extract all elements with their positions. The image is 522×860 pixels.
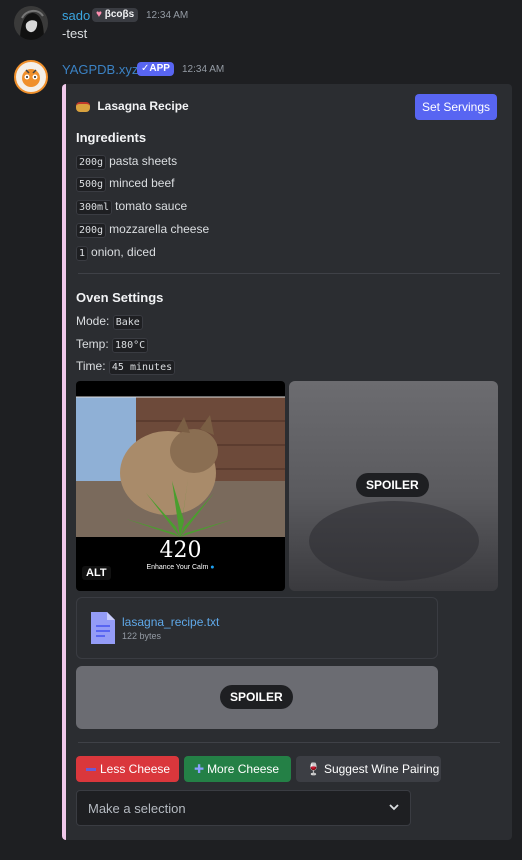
divider	[78, 742, 500, 743]
bot-username[interactable]: YAGPDB.xyz	[62, 62, 138, 77]
file-name-link[interactable]: lasagna_recipe.txt	[122, 615, 219, 629]
selection-dropdown[interactable]: Make a selection	[76, 790, 411, 826]
file-size: 122 bytes	[122, 631, 162, 641]
bot-avatar[interactable]	[14, 60, 48, 94]
oven-temp: Temp: 180°C	[76, 337, 151, 353]
lasagna-icon	[76, 101, 90, 112]
timestamp: 12:34 AM	[182, 64, 225, 75]
select-placeholder: Make a selection	[88, 801, 186, 816]
message-text: -test	[62, 26, 88, 41]
minus-icon	[86, 768, 96, 772]
ingredient-item: 200g pasta sheets	[76, 154, 177, 170]
oven-time: Time: 45 minutes	[76, 359, 178, 375]
oven-mode: Mode: Bake	[76, 314, 146, 330]
image-number: 420	[159, 538, 202, 563]
ingredients-heading: Ingredients	[76, 130, 147, 145]
wine-glass-icon: 🍷	[306, 762, 321, 776]
embed-title: Lasagna Recipe	[76, 99, 189, 113]
cat-image[interactable]: 420 Enhance Your Calm ● ALT	[76, 381, 285, 591]
user-tag: ♥ βcoβs	[92, 8, 139, 22]
ingredient-item: 200g mozzarella cheese	[76, 222, 209, 238]
blur-shape	[309, 501, 479, 581]
timestamp: 12:34 AM	[146, 10, 189, 21]
suggest-wine-button[interactable]: 🍷 Suggest Wine Pairing	[296, 756, 441, 782]
more-cheese-button[interactable]: ✚ More Cheese	[184, 756, 291, 782]
spoiler-label: SPOILER	[220, 685, 293, 709]
app-badge: ✓APP	[137, 62, 174, 76]
oven-heading: Oven Settings	[76, 290, 164, 305]
ingredient-item: 500g minced beef	[76, 176, 174, 192]
twitter-icon: ●	[210, 564, 215, 571]
ingredient-item: 1 onion, diced	[76, 245, 156, 261]
spoiler-attachment[interactable]: SPOILER	[76, 666, 438, 729]
file-attachment: lasagna_recipe.txt 122 bytes	[76, 597, 438, 659]
chevron-down-icon	[388, 800, 400, 818]
spoiler-image[interactable]: SPOILER	[289, 381, 498, 591]
text-file-icon	[91, 612, 115, 644]
heart-icon: ♥	[96, 9, 102, 20]
recipe-embed: Lasagna Recipe Set Servings Ingredients …	[62, 84, 512, 840]
spoiler-label: SPOILER	[356, 473, 429, 497]
divider	[78, 273, 500, 274]
avatar[interactable]	[14, 6, 48, 40]
ingredient-item: 300ml tomato sauce	[76, 199, 187, 215]
less-cheese-button[interactable]: Less Cheese	[76, 756, 179, 782]
plus-icon: ✚	[194, 762, 205, 776]
username[interactable]: sado	[62, 8, 90, 23]
alt-badge[interactable]: ALT	[82, 566, 111, 580]
set-servings-button[interactable]: Set Servings	[415, 94, 497, 120]
